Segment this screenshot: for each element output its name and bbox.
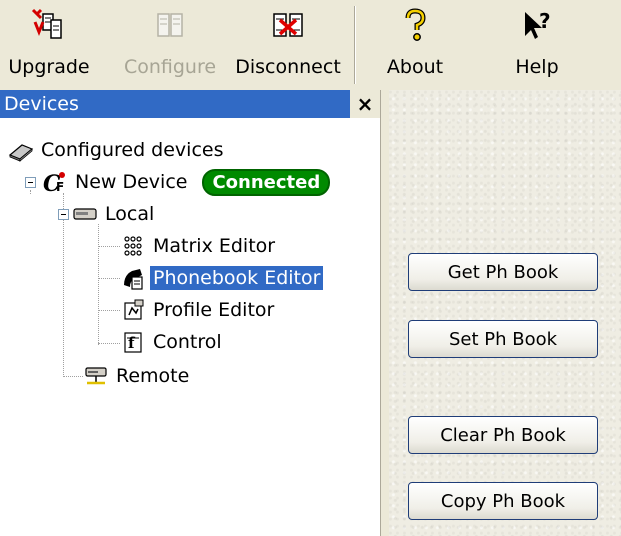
- tree-item-configured-devices[interactable]: Configured devices: [8, 135, 227, 165]
- about-button[interactable]: About: [374, 4, 456, 84]
- tree-line: [98, 343, 120, 344]
- tree-line: [63, 193, 64, 377]
- devices-panel: Devices × Configured devices C F New Dev…: [0, 90, 380, 536]
- tree-item-local[interactable]: Local: [72, 199, 157, 229]
- tree-line: [98, 224, 99, 345]
- disconnect-button[interactable]: Disconnect: [232, 4, 344, 84]
- tree-label: Remote: [116, 365, 190, 387]
- control-icon: f: [124, 332, 142, 353]
- device-icon: C F: [43, 171, 65, 195]
- devices-panel-close-button[interactable]: ×: [350, 90, 380, 118]
- toolbar: Upgrade Configure Disconnect About ? Hel…: [0, 0, 621, 88]
- configure-label: Configure: [123, 56, 217, 78]
- get-phonebook-button[interactable]: Get Ph Book: [408, 253, 598, 291]
- tree-item-matrix-editor[interactable]: Matrix Editor: [120, 231, 278, 261]
- help-label: Help: [515, 56, 559, 78]
- toolbar-separator: [354, 6, 356, 84]
- tree-label: Configured devices: [41, 139, 224, 161]
- tree-line: [98, 246, 120, 247]
- about-label: About: [386, 56, 444, 78]
- remote-network-icon: [85, 367, 107, 385]
- matrix-icon: [124, 236, 142, 256]
- close-icon: ×: [356, 92, 374, 116]
- help-icon: ?: [525, 9, 551, 39]
- tree-item-new-device[interactable]: C F New Device Connected: [42, 167, 331, 197]
- tree-line: [98, 310, 120, 311]
- panel-splitter[interactable]: [380, 90, 388, 536]
- devices-chip-icon: [8, 144, 34, 162]
- connected-status-badge: Connected: [202, 168, 331, 196]
- tree-item-remote[interactable]: Remote: [83, 361, 192, 391]
- copy-phonebook-button[interactable]: Copy Ph Book: [408, 482, 598, 520]
- devices-panel-title: Devices: [0, 90, 350, 118]
- upgrade-icon: [31, 8, 62, 39]
- help-button[interactable]: ? Help: [502, 4, 572, 84]
- tree-label: Local: [105, 203, 155, 225]
- tree-item-control[interactable]: f Control: [120, 327, 225, 357]
- upgrade-button[interactable]: Upgrade: [6, 4, 92, 84]
- tree-item-phonebook-editor[interactable]: Phonebook Editor: [120, 263, 324, 293]
- device-collapse-toggle[interactable]: [25, 177, 36, 188]
- profile-icon: [124, 299, 144, 320]
- tree-label: Matrix Editor: [153, 235, 276, 257]
- disconnect-label: Disconnect: [235, 56, 341, 78]
- tree-item-profile-editor[interactable]: Profile Editor: [120, 295, 277, 325]
- configure-icon: [157, 13, 183, 37]
- tree-line: [63, 376, 83, 377]
- tree-label: Phonebook Editor: [150, 266, 324, 290]
- phonebook-actions-area: Get Ph Book Set Ph Book Clear Ph Book Co…: [389, 90, 621, 536]
- tree-label: Profile Editor: [153, 299, 275, 321]
- local-collapse-toggle[interactable]: [58, 209, 69, 220]
- local-drive-icon: [73, 208, 97, 220]
- svg-text:?: ?: [539, 9, 551, 33]
- upgrade-label: Upgrade: [8, 56, 90, 78]
- tree-label: Control: [153, 331, 222, 353]
- set-phonebook-button[interactable]: Set Ph Book: [408, 320, 598, 358]
- clear-phonebook-button[interactable]: Clear Ph Book: [408, 416, 598, 454]
- tree-label: New Device: [75, 171, 188, 193]
- configure-button[interactable]: Configure: [118, 4, 222, 84]
- phonebook-icon: [124, 269, 143, 290]
- tree-line: [98, 278, 120, 279]
- about-icon: [405, 8, 426, 41]
- disconnect-icon: [273, 13, 303, 37]
- tree-line: [30, 190, 31, 194]
- svg-text:F: F: [56, 180, 64, 194]
